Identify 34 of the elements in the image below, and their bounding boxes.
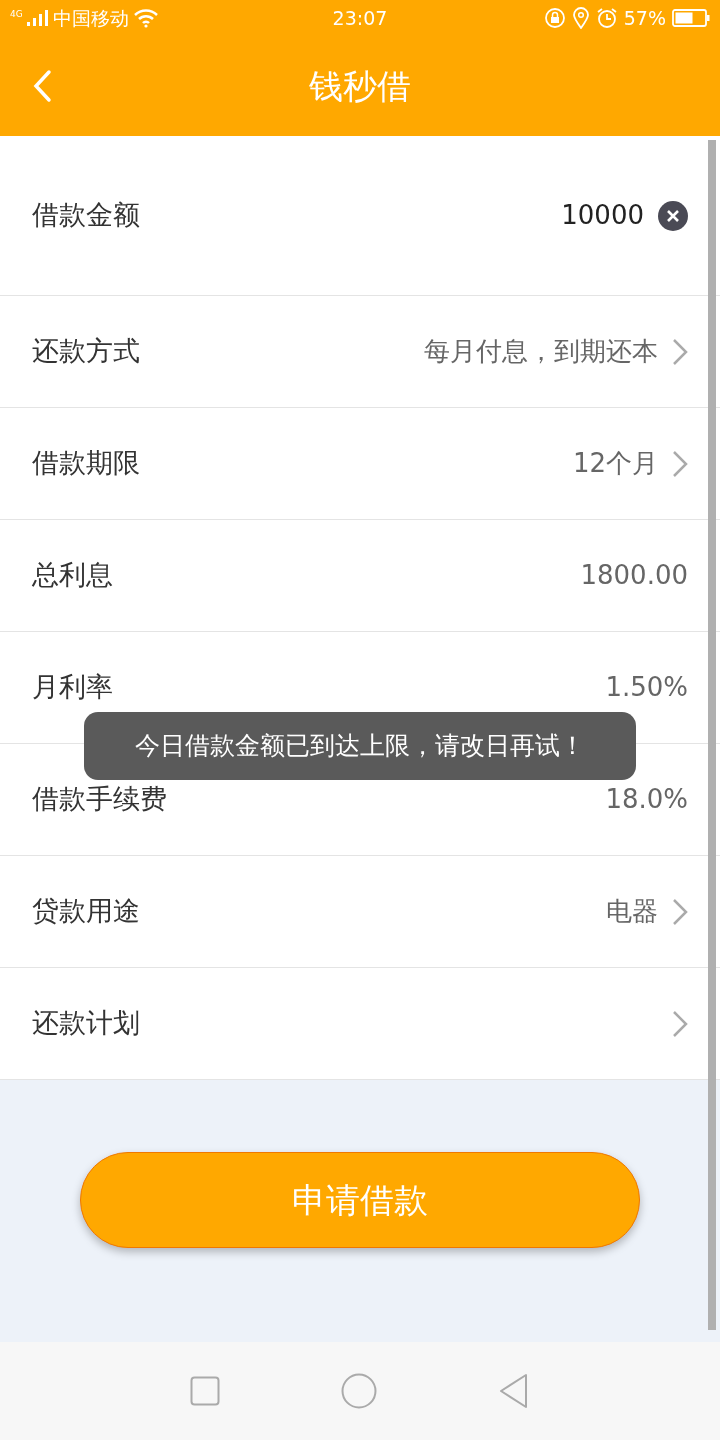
rotation-lock-icon (543, 7, 566, 29)
row-value: 电器 (606, 895, 658, 928)
row-value: 12个月 (572, 447, 658, 480)
carrier-label: 中国移动 (52, 5, 129, 31)
row-label: 还款方式 (32, 334, 141, 369)
chevron-icon (672, 337, 688, 366)
battery-icon (672, 9, 710, 27)
network-label: 4G (10, 7, 23, 21)
location-icon (571, 7, 590, 29)
page-title: 钱秒借 (309, 64, 411, 108)
row-value: 每月付息，到期还本 (424, 335, 658, 368)
row-label: 借款手续费 (32, 782, 168, 817)
row-label: 借款期限 (32, 446, 141, 481)
chevron-icon (672, 1009, 688, 1038)
toast-message: 今日借款金额已到达上限，请改日再试！ (84, 712, 636, 780)
row-label: 月利率 (32, 670, 114, 705)
clock-time: 23:07 (331, 5, 389, 31)
row-label: 还款计划 (32, 1006, 141, 1041)
home-icon[interactable] (341, 1373, 377, 1409)
recent-apps-icon[interactable] (190, 1376, 221, 1406)
row-value: 1800.00 (580, 559, 688, 592)
signal-icon (26, 9, 49, 27)
row-label: 贷款用途 (32, 894, 141, 929)
row-value: 18.0% (605, 783, 688, 816)
battery-percent: 57% (623, 5, 666, 31)
row-value: 1.50% (605, 671, 688, 704)
chevron-icon (672, 449, 688, 478)
row-label: 借款金额 (32, 198, 141, 233)
back-icon[interactable] (497, 1373, 530, 1409)
row-value: 10000 (561, 199, 644, 232)
row-label: 总利息 (32, 558, 114, 593)
clear-icon[interactable] (658, 200, 688, 231)
alarm-icon (595, 7, 618, 29)
chevron-icon (672, 897, 688, 926)
